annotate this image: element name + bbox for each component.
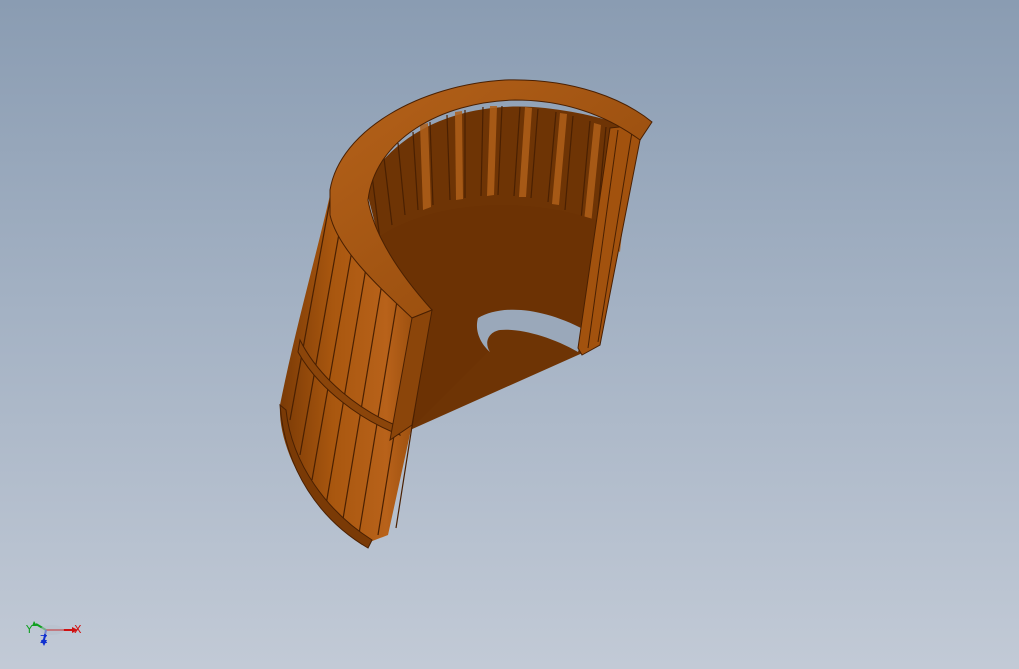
graphics-viewport[interactable]: X Y Z	[0, 0, 1019, 669]
triad-x-label: X	[74, 623, 82, 636]
impeller-model[interactable]	[0, 0, 1019, 669]
triad-z-label: Z	[40, 633, 48, 646]
triad-y-label: Y	[26, 623, 33, 636]
coordinate-triad: X Y Z	[22, 612, 92, 652]
